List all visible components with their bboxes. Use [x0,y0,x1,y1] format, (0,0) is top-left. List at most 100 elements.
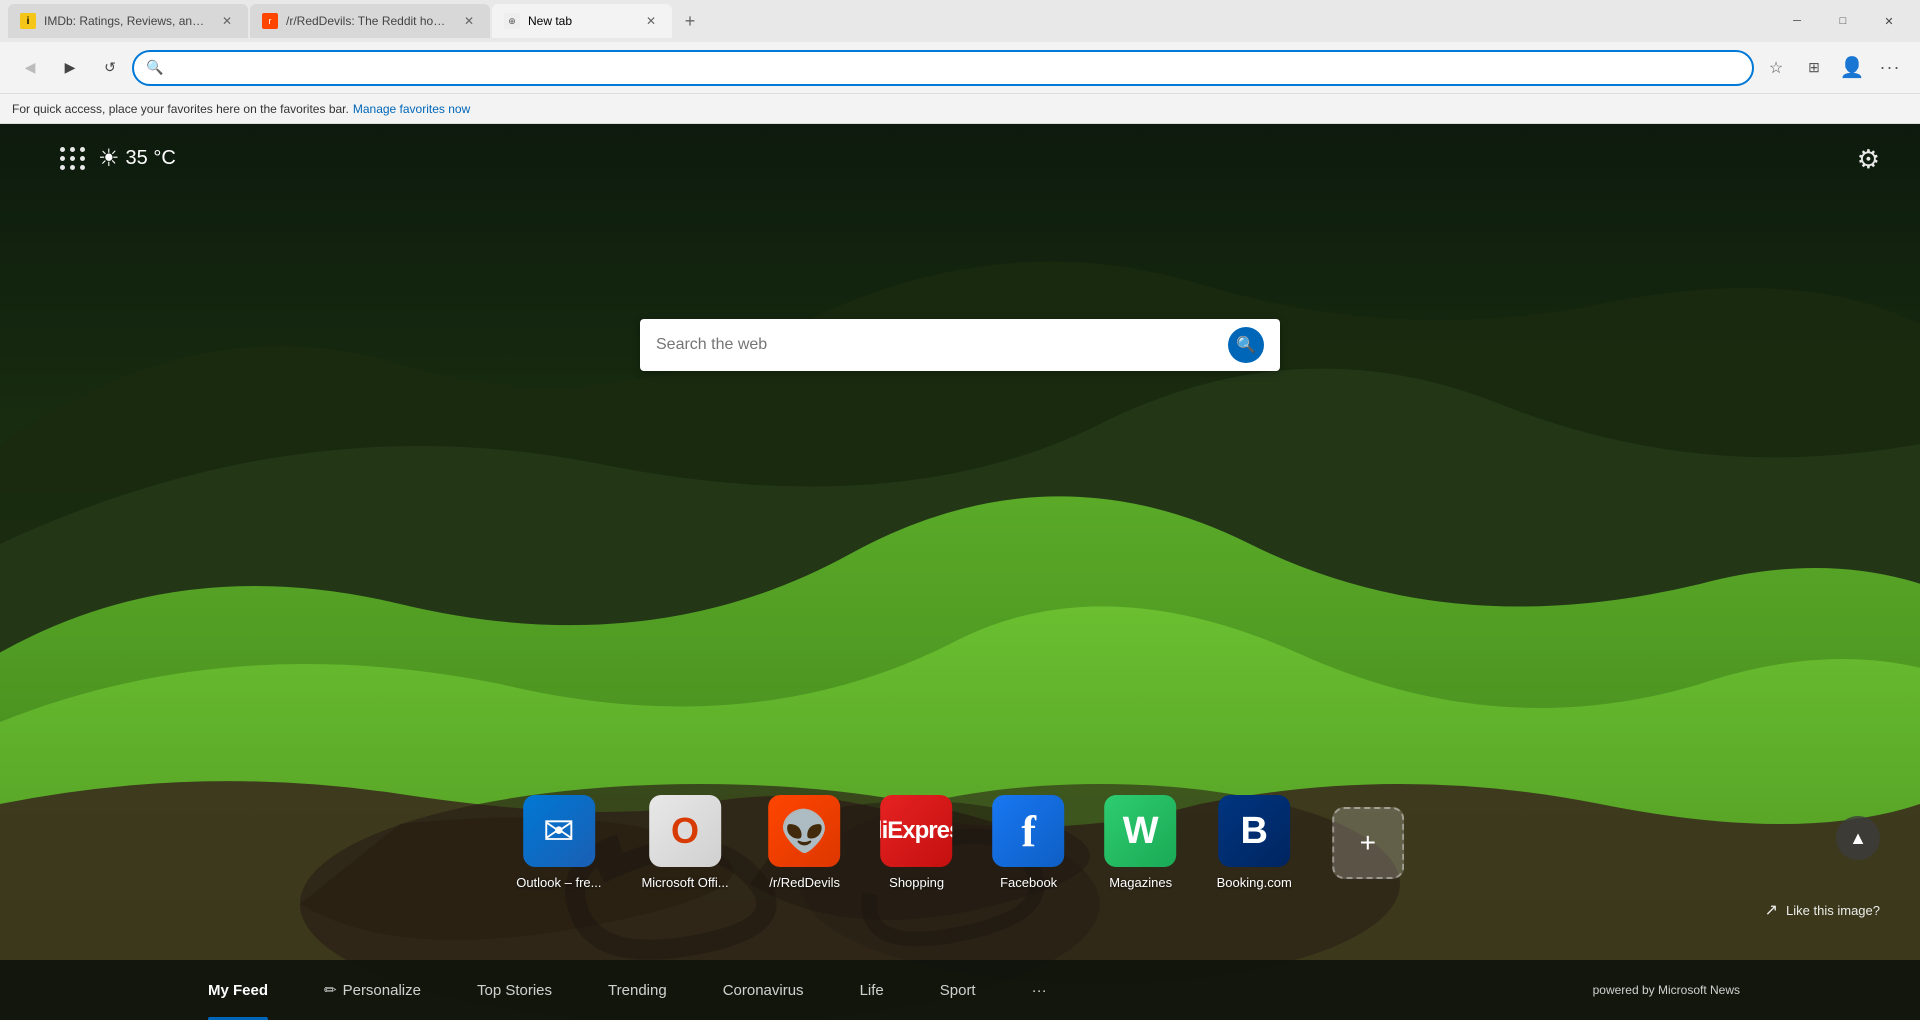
search-container: 🔍 [640,319,1280,371]
quick-link-aliexpress[interactable]: AliExpress Shopping [881,795,953,890]
quick-link-reddit[interactable]: 👽 /r/RedDevils [769,795,841,890]
pencil-icon: ✏ [324,981,337,999]
nav-label-sport: Sport [940,982,976,999]
quick-link-icon-aliexpress: AliExpress [881,795,953,867]
nav-item-topstories[interactable]: Top Stories [449,960,580,1020]
search-submit-icon: 🔍 [1236,335,1256,355]
grid-dot [60,156,65,161]
grid-dot [70,165,75,170]
nav-item-trending[interactable]: Trending [580,960,695,1020]
quick-link-label-reddit: /r/RedDevils [769,875,840,890]
quick-link-label-outlook: Outlook – fre... [516,875,601,890]
manage-favorites-link[interactable]: Manage favorites now [353,102,470,116]
favorites-bar: For quick access, place your favorites h… [0,94,1920,124]
quick-links: ✉ Outlook – fre... O Microsoft Offi... 👽… [516,795,1404,890]
tab-title-imdb: IMDb: Ratings, Reviews, and Wh... [44,14,210,28]
quick-link-icon-facebook: f [993,795,1065,867]
menu-button[interactable]: ··· [1872,50,1908,86]
window-controls: ─ □ ✕ [1774,0,1912,42]
quick-link-icon-magazines: W [1105,795,1177,867]
like-image-text: Like this image? [1786,903,1880,918]
quick-link-label-magazines: Magazines [1109,875,1172,890]
address-bar[interactable]: 🔍 [132,50,1754,86]
search-input[interactable] [656,336,1218,354]
grid-dot [80,156,85,161]
nav-label-coronavirus: Coronavirus [723,982,804,999]
powered-by-text: powered by [1593,983,1655,997]
settings-gear-button[interactable]: ⚙ [1857,144,1880,175]
nav-item-sport[interactable]: Sport [912,960,1004,1020]
grid-dot [80,147,85,152]
grid-dot [60,165,65,170]
weather-icon: ☀ [98,144,120,173]
back-button[interactable]: ◀ [12,50,48,86]
nav-label-topstories: Top Stories [477,982,552,999]
expand-icon: ↗ [1765,900,1778,920]
close-button[interactable]: ✕ [1866,0,1912,42]
chevron-up-icon: ▲ [1849,828,1867,849]
like-image-button[interactable]: ↗ Like this image? [1765,900,1880,920]
tab-favicon-newtab: ⊕ [504,13,520,29]
favorites-star-button[interactable]: ☆ [1758,50,1794,86]
maximize-button[interactable]: □ [1820,0,1866,42]
tab-title-newtab: New tab [528,14,634,28]
nav-item-personalize[interactable]: ✏ Personalize [296,960,449,1020]
quick-link-icon-office: O [649,795,721,867]
powered-by-brand: Microsoft News [1658,983,1740,997]
quick-link-label-booking: Booking.com [1217,875,1292,890]
favorites-bar-text: For quick access, place your favorites h… [12,102,349,116]
refresh-button[interactable]: ↺ [92,50,128,86]
quick-link-icon-outlook: ✉ [523,795,595,867]
tab-newtab[interactable]: ⊕ New tab ✕ [492,4,672,38]
nav-label-myfeed: My Feed [208,982,268,999]
search-submit-button[interactable]: 🔍 [1228,327,1264,363]
tab-reddit[interactable]: r /r/RedDevils: The Reddit home f... ✕ [250,4,490,38]
apps-grid-button[interactable] [60,147,86,170]
quick-link-label-facebook: Facebook [1000,875,1057,890]
new-tab-content: ☀ 35 °C ⚙ 🔍 ✉ Outlook – fre... O Microso… [0,124,1920,1020]
tab-close-reddit[interactable]: ✕ [460,12,478,30]
tab-close-newtab[interactable]: ✕ [642,12,660,30]
nav-item-more[interactable]: ··· [1004,960,1075,1020]
tab-favicon-imdb: i [20,13,36,29]
forward-button[interactable]: ▶ [52,50,88,86]
collections-button[interactable]: ⊞ [1796,50,1832,86]
address-input[interactable] [171,60,1740,76]
navigation-bar: ◀ ▶ ↺ 🔍 ☆ ⊞ 👤 ··· [0,42,1920,94]
minimize-button[interactable]: ─ [1774,0,1820,42]
powered-by: powered by Microsoft News [1593,983,1740,997]
tab-favicon-reddit: r [262,13,278,29]
nav-label-trending: Trending [608,982,667,999]
nav-item-coronavirus[interactable]: Coronavirus [695,960,832,1020]
tab-bar: i IMDb: Ratings, Reviews, and Wh... ✕ r … [0,0,1920,42]
quick-link-label-office: Microsoft Offi... [641,875,728,890]
profile-button[interactable]: 👤 [1834,50,1870,86]
grid-dot [70,156,75,161]
add-shortcut-button[interactable]: + [1332,807,1404,879]
nav-actions: ☆ ⊞ 👤 ··· [1758,50,1908,86]
search-box: 🔍 [640,319,1280,371]
nav-label-life: Life [860,982,884,999]
quick-link-outlook[interactable]: ✉ Outlook – fre... [516,795,601,890]
grid-dot [80,165,85,170]
quick-link-magazines[interactable]: W Magazines [1105,795,1177,890]
scroll-up-button[interactable]: ▲ [1836,816,1880,860]
tab-close-imdb[interactable]: ✕ [218,12,236,30]
quick-link-facebook[interactable]: f Facebook [993,795,1065,890]
nav-item-life[interactable]: Life [832,960,912,1020]
add-shortcut-item[interactable]: + [1332,807,1404,879]
new-tab-button[interactable]: + [674,5,706,37]
quick-link-icon-booking: B [1218,795,1290,867]
nav-item-myfeed[interactable]: My Feed [180,960,296,1020]
quick-link-office[interactable]: O Microsoft Offi... [641,795,728,890]
grid-dot [60,147,65,152]
quick-link-booking[interactable]: B Booking.com [1217,795,1292,890]
nav-label-personalize: Personalize [343,982,421,999]
grid-dot [70,147,75,152]
quick-link-icon-reddit: 👽 [769,795,841,867]
tab-imdb[interactable]: i IMDb: Ratings, Reviews, and Wh... ✕ [8,4,248,38]
top-widgets: ☀ 35 °C [60,144,176,173]
search-icon: 🔍 [146,59,163,76]
nav-label-more: ··· [1032,982,1047,999]
quick-link-label-aliexpress: Shopping [889,875,944,890]
